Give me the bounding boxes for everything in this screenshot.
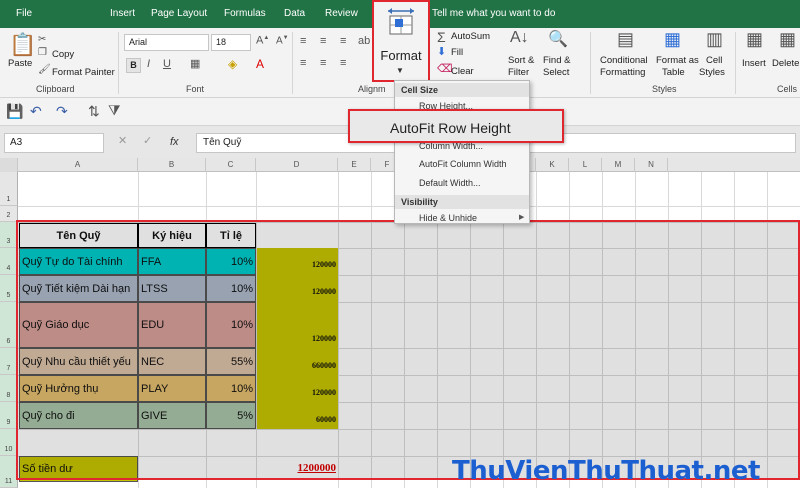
- sort-filter-icon: A↓: [510, 29, 529, 46]
- tab-insert[interactable]: Insert: [110, 0, 135, 28]
- delete-cells-icon: ▦: [779, 29, 797, 49]
- name-box[interactable]: A3: [4, 133, 104, 153]
- sort-icon[interactable]: ⇅: [88, 104, 100, 118]
- column-header[interactable]: D: [256, 158, 338, 172]
- menu-section-cell-size: Cell Size: [395, 83, 529, 97]
- column-header[interactable]: E: [338, 158, 371, 172]
- undo-icon[interactable]: ↶: [30, 104, 42, 118]
- group-separator: [118, 32, 119, 94]
- font-name-select[interactable]: Arial: [124, 34, 209, 51]
- row-header[interactable]: 1: [0, 172, 18, 206]
- menu-item-autofit-row-height[interactable]: AutoFit Row Height: [348, 109, 564, 143]
- align-top-icon[interactable]: ≡: [300, 36, 306, 47]
- font-group-label: Font: [186, 84, 205, 94]
- tab-page-layout[interactable]: Page Layout: [151, 0, 207, 28]
- tab-review[interactable]: Review: [325, 0, 358, 28]
- underline-button[interactable]: U: [163, 59, 171, 70]
- font-size-select[interactable]: 18: [211, 34, 251, 51]
- fill-icon: ⬇: [437, 46, 447, 58]
- chevron-right-icon: ▶: [519, 214, 525, 221]
- select-all-corner[interactable]: [0, 158, 18, 172]
- paste-icon: 📋: [9, 32, 37, 57]
- find-select-icon: 🔍: [548, 31, 568, 48]
- column-header[interactable]: B: [138, 158, 206, 172]
- paste-button[interactable]: Paste: [8, 58, 32, 69]
- find-select-label-1[interactable]: Find &: [543, 55, 570, 66]
- copy-icon: ❐: [38, 47, 47, 58]
- format-button-label: Format: [380, 48, 422, 63]
- clipboard-group-label: Clipboard: [36, 84, 75, 94]
- decrease-font-icon[interactable]: A▼: [276, 35, 289, 46]
- menu-section-visibility: Visibility: [395, 195, 529, 209]
- selected-rows-highlight: [16, 220, 800, 480]
- filter-icon[interactable]: ⧩: [108, 103, 121, 117]
- column-header[interactable]: C: [206, 158, 256, 172]
- column-header[interactable]: L: [569, 158, 602, 172]
- menu-item-hide-unhide[interactable]: Hide & Unhide: [419, 213, 477, 223]
- italic-button[interactable]: I: [147, 59, 150, 70]
- alignment-group-label: Alignm: [358, 84, 386, 94]
- format-as-table-label-1[interactable]: Format as: [656, 55, 699, 66]
- chevron-down-icon: ▼: [396, 66, 404, 75]
- function-icon[interactable]: fx: [170, 136, 179, 148]
- cells-group-label: Cells: [777, 84, 798, 94]
- align-center-icon[interactable]: ≡: [320, 58, 326, 69]
- autosum-button[interactable]: AutoSum: [451, 31, 490, 42]
- format-cells-icon: [388, 8, 414, 35]
- orientation-icon[interactable]: ab: [358, 36, 370, 47]
- delete-cells-button[interactable]: Delete: [772, 58, 799, 69]
- cancel-icon[interactable]: ✕: [118, 136, 127, 147]
- redo-icon[interactable]: ↷: [56, 104, 68, 118]
- sort-filter-label-1[interactable]: Sort &: [508, 55, 534, 66]
- borders-icon[interactable]: ▦: [190, 59, 200, 70]
- tab-data[interactable]: Data: [284, 0, 305, 28]
- fill-button[interactable]: Fill: [451, 47, 463, 58]
- conditional-formatting-label-1[interactable]: Conditional: [600, 55, 648, 66]
- tab-file[interactable]: File: [16, 0, 32, 28]
- group-separator: [292, 32, 293, 94]
- cell-styles-label-1[interactable]: Cell: [706, 55, 722, 66]
- format-painter-button[interactable]: Format Painter: [52, 67, 115, 78]
- column-header[interactable]: A: [18, 158, 138, 172]
- group-separator: [590, 32, 591, 94]
- font-color-icon[interactable]: A: [256, 58, 264, 70]
- group-separator: [735, 32, 736, 94]
- format-button[interactable]: Format ▼: [372, 0, 430, 82]
- align-left-icon[interactable]: ≡: [300, 58, 306, 69]
- autosum-icon: Σ: [437, 29, 446, 45]
- autofit-row-height-label: AutoFit Row Height: [390, 120, 511, 136]
- confirm-icon[interactable]: ✓: [143, 136, 152, 147]
- conditional-formatting-icon: ▤: [617, 29, 635, 49]
- menu-item-default-width[interactable]: Default Width...: [419, 178, 481, 188]
- find-select-label-2[interactable]: Select: [543, 67, 569, 78]
- clear-button[interactable]: Clear: [451, 66, 474, 77]
- column-header[interactable]: N: [635, 158, 668, 172]
- format-as-table-icon: ▦: [664, 29, 682, 49]
- cell-styles-label-2[interactable]: Styles: [699, 67, 725, 78]
- insert-cells-icon: ▦: [746, 29, 764, 49]
- cell-styles-icon: ▥: [706, 29, 724, 49]
- increase-font-icon[interactable]: A▲: [256, 35, 269, 47]
- insert-cells-button[interactable]: Insert: [742, 58, 766, 69]
- watermark-logo: ThuVienThuThuat.net: [452, 456, 760, 486]
- sort-filter-label-2[interactable]: Filter: [508, 67, 529, 78]
- save-icon[interactable]: 💾: [6, 104, 23, 118]
- cut-icon[interactable]: ✂: [38, 35, 46, 45]
- format-as-table-label-2[interactable]: Table: [662, 67, 685, 78]
- bold-button[interactable]: B: [126, 58, 141, 73]
- tab-formulas[interactable]: Formulas: [224, 0, 266, 28]
- format-painter-icon: 🖌: [38, 64, 51, 75]
- column-header[interactable]: K: [536, 158, 569, 172]
- copy-button[interactable]: Copy: [52, 49, 74, 60]
- fill-color-icon[interactable]: ◈: [228, 58, 237, 70]
- align-bottom-icon[interactable]: ≡: [340, 36, 346, 47]
- menu-item-autofit-column-width[interactable]: AutoFit Column Width: [419, 159, 507, 169]
- align-middle-icon[interactable]: ≡: [320, 36, 326, 47]
- conditional-formatting-label-2[interactable]: Formatting: [600, 67, 645, 78]
- align-right-icon[interactable]: ≡: [340, 58, 346, 69]
- tell-me-search[interactable]: Tell me what you want to do: [432, 0, 555, 28]
- format-dropdown-menu: Cell Size Row Height... Column Width... …: [394, 80, 530, 224]
- styles-group-label: Styles: [652, 84, 677, 94]
- column-header[interactable]: M: [602, 158, 635, 172]
